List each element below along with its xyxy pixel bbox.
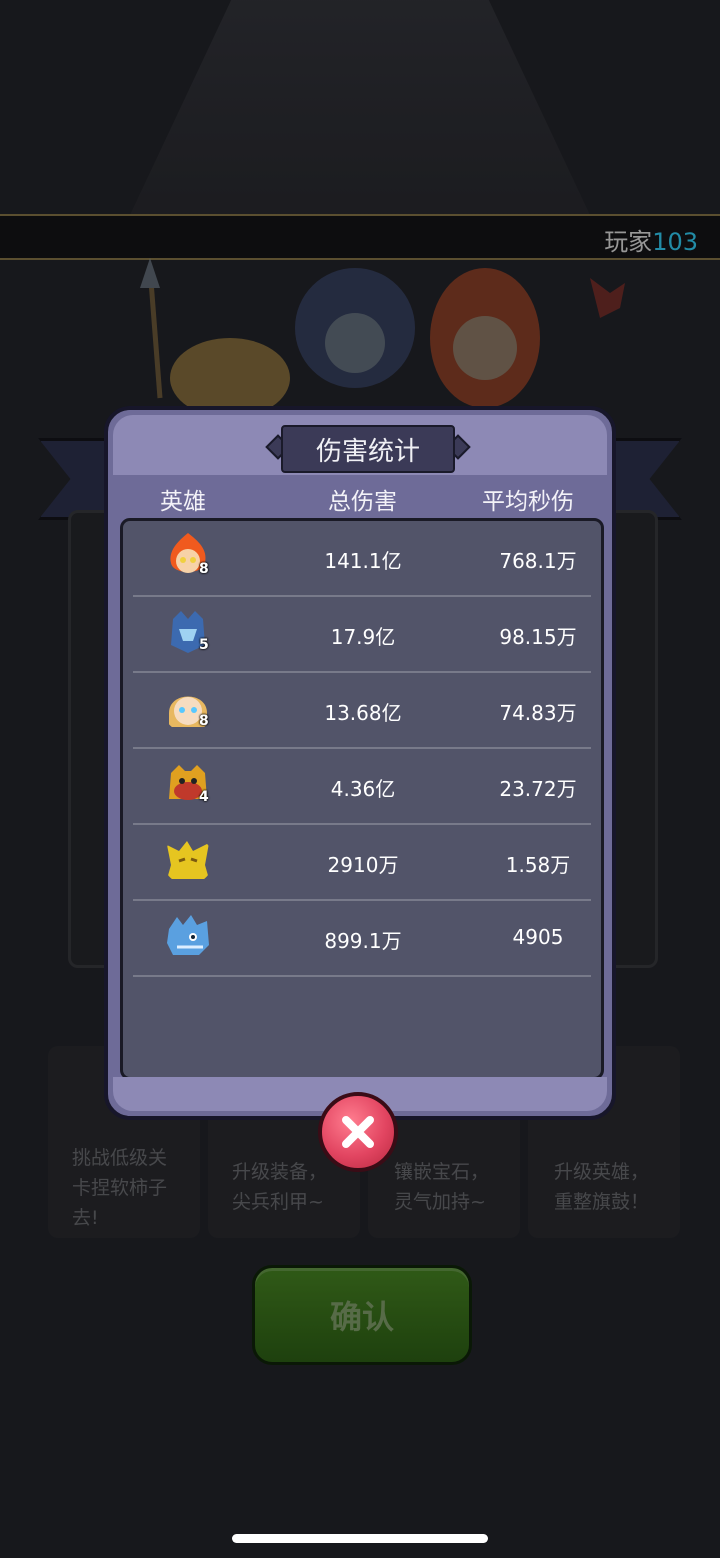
average-dps: 23.72万 [499, 777, 577, 801]
table-row: 8 13.68亿 74.83万 [123, 673, 601, 749]
column-header-total: 总伤害 [328, 489, 397, 515]
column-header-hero: 英雄 [160, 489, 206, 515]
blue-dragon-icon [167, 915, 209, 955]
total-damage: 899.1万 [324, 929, 402, 953]
table-row: 4 4.36亿 23.72万 [123, 749, 601, 825]
table-row: 899.1万 4905 [123, 901, 601, 977]
average-dps: 74.83万 [499, 701, 577, 725]
table-row: 2910万 1.58万 [123, 825, 601, 901]
hero-level: 8 [199, 561, 209, 577]
home-indicator[interactable] [232, 1534, 488, 1543]
total-damage: 141.1亿 [324, 549, 402, 573]
damage-list[interactable]: 8 141.1亿 768.1万 5 17.9亿 98.15万 8 13.68亿 [120, 518, 604, 1080]
table-row: 5 17.9亿 98.15万 [123, 597, 601, 673]
hero-level: 8 [199, 713, 209, 729]
close-button[interactable] [318, 1092, 398, 1172]
average-dps: 98.15万 [499, 625, 577, 649]
hero-level: 5 [199, 637, 209, 653]
total-damage: 17.9亿 [330, 625, 396, 649]
row-divider [133, 975, 591, 977]
average-dps: 1.58万 [505, 853, 571, 877]
column-header-dps: 平均秒伤 [482, 489, 574, 515]
gold-dragon-icon [167, 841, 209, 879]
close-icon [342, 1116, 374, 1148]
total-damage: 4.36亿 [330, 777, 396, 801]
table-row: 8 141.1亿 768.1万 [123, 521, 601, 597]
average-dps: 768.1万 [499, 549, 577, 573]
hero-level: 4 [199, 789, 209, 805]
dialog-title: 伤害统计 [281, 425, 455, 473]
total-damage: 13.68亿 [324, 701, 402, 725]
dialog-header: 伤害统计 [113, 415, 607, 475]
average-dps: 4905 [512, 925, 564, 949]
total-damage: 2910万 [327, 853, 399, 877]
damage-stats-dialog: 伤害统计 英雄 总伤害 平均秒伤 8 141.1亿 768.1万 5 17.9亿… [104, 406, 616, 1120]
